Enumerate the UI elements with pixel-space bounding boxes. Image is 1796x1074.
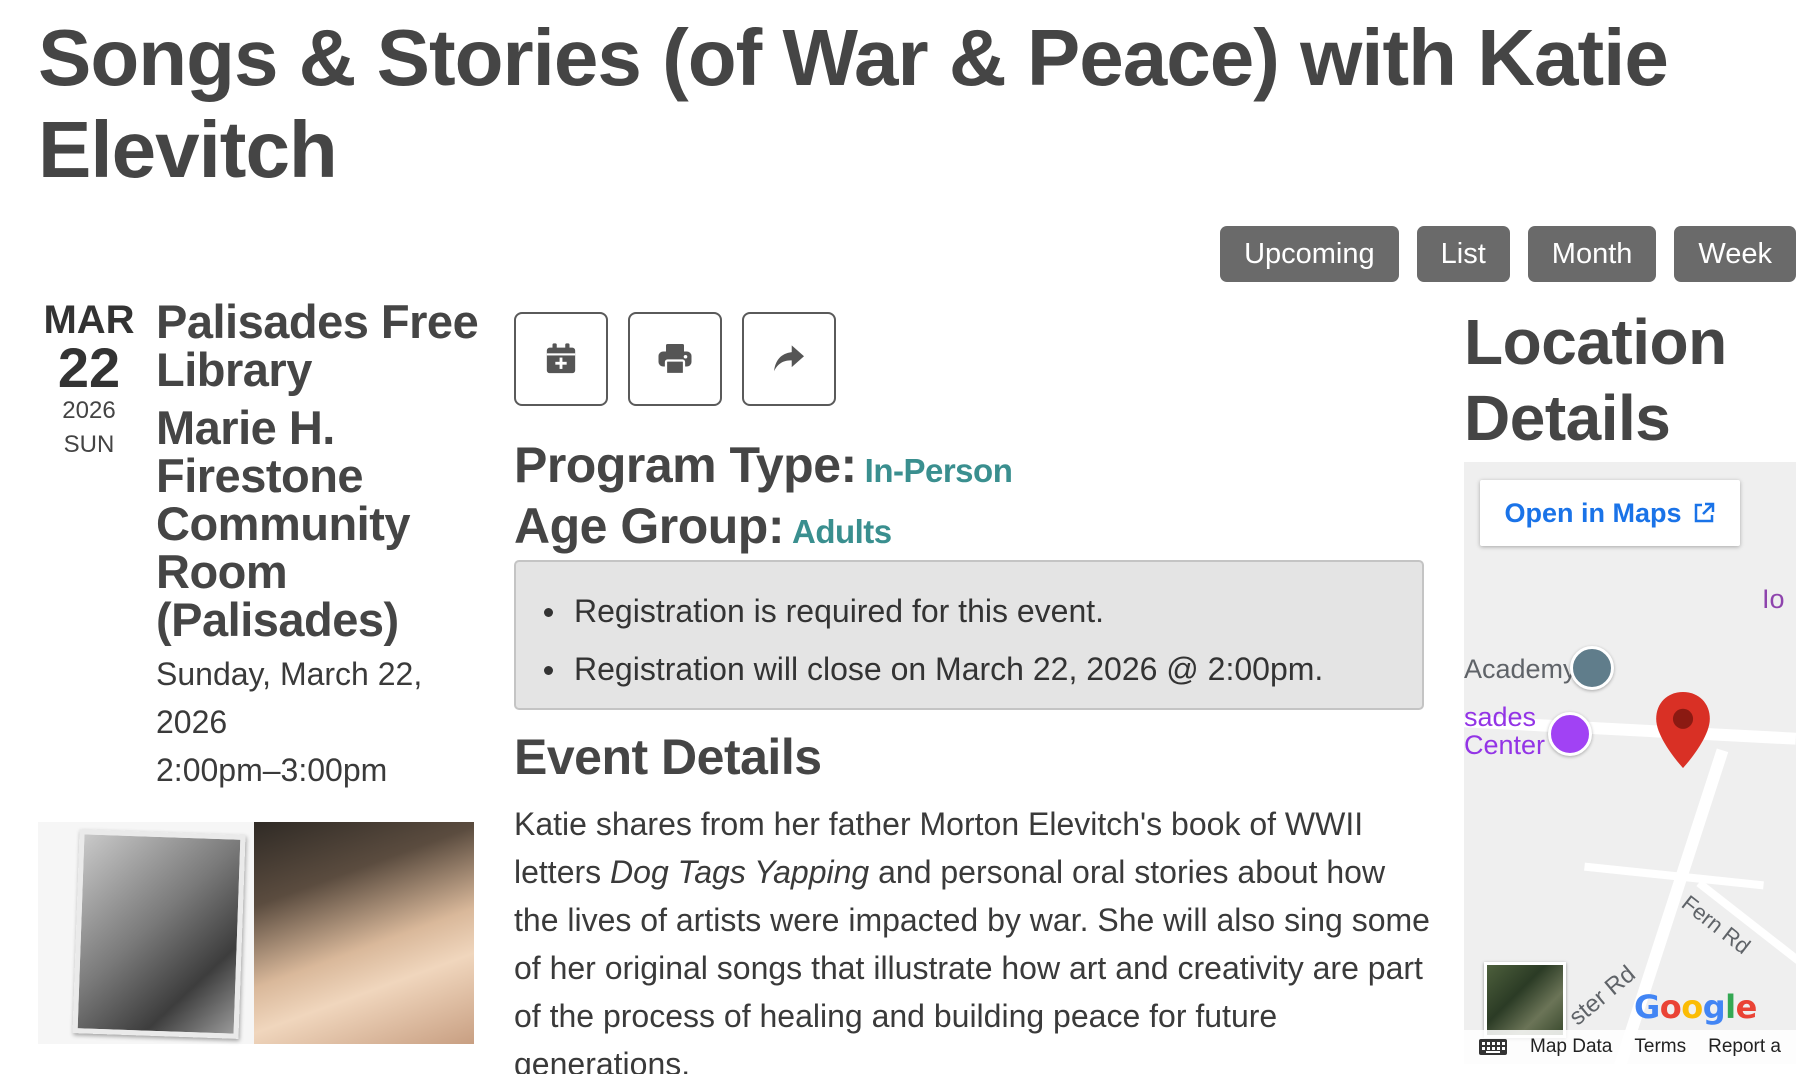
map-label-sades: sades [1464, 702, 1537, 732]
room-name: Marie H. Firestone Community Room (Palis… [156, 401, 411, 646]
date-year: 2026 [62, 397, 116, 424]
calendar-plus-icon [546, 343, 576, 374]
book-title: Dog Tags Yapping [610, 854, 870, 890]
location-pin-icon[interactable] [1656, 692, 1710, 768]
branch-name: Palisades Free Library [156, 295, 479, 396]
map-label-center: Center [1464, 730, 1546, 760]
program-type-value[interactable]: In-Person [865, 452, 1013, 489]
age-group-value[interactable]: Adults [792, 513, 892, 550]
event-location: Palisades Free Library Marie H. Fireston… [156, 298, 486, 794]
view-week-button[interactable]: Week [1674, 226, 1796, 282]
page-title: Songs & Stories (of War & Peace) with Ka… [38, 13, 1669, 194]
open-in-maps-button[interactable]: Open in Maps [1480, 480, 1740, 546]
external-link-icon [1694, 502, 1714, 523]
location-details-heading: Location Details [1464, 306, 1727, 454]
satellite-view-toggle[interactable] [1484, 962, 1566, 1038]
registration-required: Registration is required for this event. [544, 582, 1422, 640]
print-button[interactable] [628, 312, 722, 406]
date-weekday: SUN [63, 431, 115, 458]
map-terms-link[interactable]: Terms [1634, 1036, 1686, 1058]
map-footer: Map Data Terms Report a [1464, 1030, 1796, 1064]
event-actions [514, 312, 836, 406]
age-group: Age Group: Adults [514, 497, 892, 555]
view-list-button[interactable]: List [1416, 226, 1510, 282]
landmark-icon[interactable] [1548, 712, 1592, 756]
event-date-badge: MAR 22 2026 SUN [38, 298, 140, 462]
event-time: 2:00pm–3:00pm [156, 752, 388, 788]
keyboard-icon[interactable] [1478, 1038, 1508, 1056]
program-type: Program Type: In-Person [514, 436, 1013, 494]
event-description: Katie shares from her father Morton Elev… [514, 800, 1434, 1074]
event-full-date: Sunday, March 22, 2026 [156, 656, 423, 740]
map-report-link[interactable]: Report a [1708, 1036, 1781, 1058]
school-icon[interactable] [1570, 646, 1614, 690]
program-type-label: Program Type: [514, 437, 857, 493]
view-month-button[interactable]: Month [1527, 226, 1657, 282]
location-map[interactable]: Open in Maps Io Academy sades Center Fer… [1464, 462, 1796, 1064]
share-button[interactable] [742, 312, 836, 406]
map-data-link[interactable]: Map Data [1530, 1036, 1612, 1058]
event-photo-archival [38, 822, 254, 1044]
registration-close: Registration will close on March 22, 202… [544, 640, 1422, 698]
share-icon [774, 345, 804, 372]
google-logo: Google [1634, 988, 1757, 1026]
view-upcoming-button[interactable]: Upcoming [1220, 226, 1399, 282]
event-photo [38, 822, 474, 1044]
map-label-io: Io [1762, 584, 1785, 614]
open-in-maps-label: Open in Maps [1504, 497, 1682, 528]
date-day: 22 [57, 336, 121, 399]
add-to-calendar-button[interactable] [514, 312, 608, 406]
printer-icon [658, 344, 692, 376]
event-details-heading: Event Details [514, 729, 822, 785]
event-photo-portrait [254, 822, 474, 1044]
age-group-label: Age Group: [514, 498, 784, 554]
map-label-academy: Academy [1464, 654, 1577, 684]
registration-notice: Registration is required for this event.… [514, 560, 1424, 710]
view-switcher: Upcoming List Month Week [1220, 226, 1796, 282]
